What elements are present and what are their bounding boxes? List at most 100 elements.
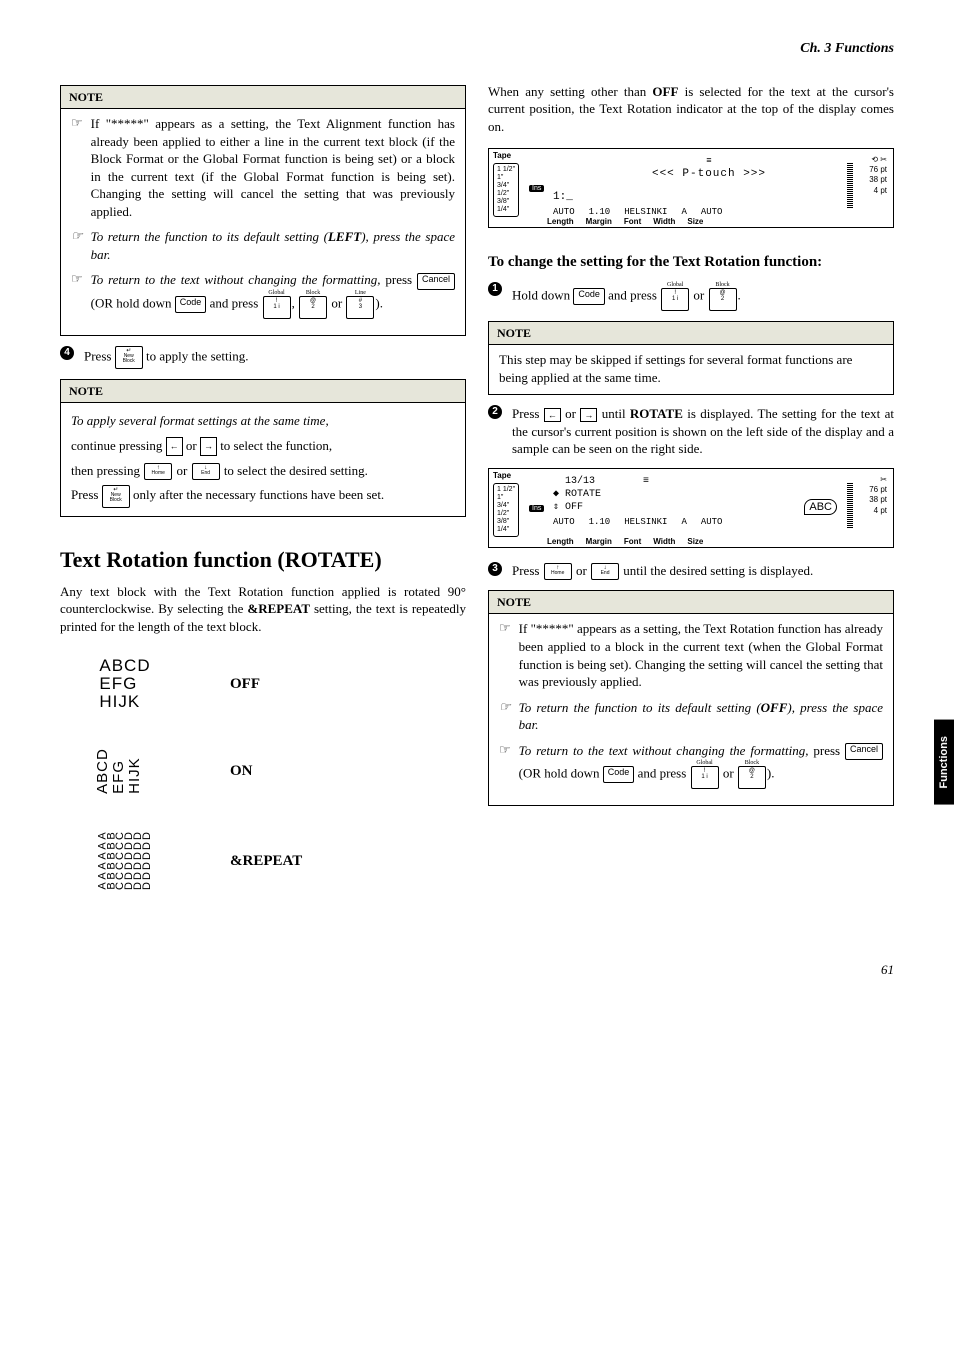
tape-sizes: 1 1/2"1"3/4"1/2"3/8"1/4" bbox=[493, 483, 519, 537]
t: and press bbox=[210, 295, 262, 310]
ins-indicator: Ins bbox=[529, 185, 544, 192]
note-text: If "*****" appears as a setting, the Tex… bbox=[519, 620, 883, 690]
note-text: To return the function to its default se… bbox=[519, 699, 883, 734]
note-text: This step may be skipped if settings for… bbox=[489, 345, 893, 394]
note-text: To return to the text without changing t… bbox=[519, 742, 883, 790]
t: and press bbox=[608, 287, 660, 302]
step-1: 1 Hold down Code and press Global!1 i or… bbox=[488, 282, 894, 311]
code-key: Code bbox=[175, 296, 207, 313]
pointer-icon: ☞ bbox=[71, 115, 83, 220]
abc-sample: ABC bbox=[804, 499, 837, 515]
example-off-sample: ABCD EFG HIJK bbox=[99, 657, 150, 711]
t: OFF bbox=[652, 84, 678, 99]
pt-indicators: ✂ 76 pt38 pt4 pt bbox=[869, 475, 887, 517]
t: LEFT bbox=[328, 229, 361, 244]
t: To return to the text without changing t… bbox=[91, 272, 381, 287]
t: Press bbox=[84, 348, 115, 363]
example-off-label: OFF bbox=[230, 674, 260, 694]
note-title: NOTE bbox=[489, 591, 893, 614]
code-key: Code bbox=[603, 766, 635, 783]
t: or bbox=[565, 406, 580, 421]
t: only after the necessary functions have … bbox=[133, 487, 384, 502]
scale-bar-icon bbox=[847, 483, 853, 529]
t: ROTATE bbox=[630, 406, 683, 421]
intro-para: When any setting other than OFF is selec… bbox=[488, 83, 894, 136]
step-number-icon: 2 bbox=[488, 405, 502, 419]
t: or bbox=[331, 295, 345, 310]
step-number-icon: 1 bbox=[488, 282, 502, 296]
code-key: Code bbox=[573, 288, 605, 305]
t: (OR hold down bbox=[91, 295, 175, 310]
rotation-examples: ABCD EFG HIJK OFF ABCD EFG HIJK ON bbox=[60, 657, 466, 891]
t: until bbox=[602, 406, 630, 421]
t: , bbox=[292, 295, 299, 310]
right-column: When any setting other than OFF is selec… bbox=[488, 77, 894, 921]
t: to select the function, bbox=[220, 438, 332, 453]
ins-indicator: Ins bbox=[529, 505, 544, 512]
step-number-icon: 3 bbox=[488, 562, 502, 576]
lcd-cursor-line: 1:_ bbox=[533, 190, 885, 205]
t: To apply several format settings at the … bbox=[71, 409, 455, 434]
t: then pressing bbox=[71, 463, 143, 478]
t: to apply the setting. bbox=[146, 348, 249, 363]
note-box-2: NOTE To apply several format settings at… bbox=[60, 379, 466, 517]
side-tab: Functions bbox=[934, 720, 954, 805]
t: . bbox=[738, 287, 741, 302]
t: or bbox=[176, 463, 190, 478]
t: until the desired setting is displayed. bbox=[623, 563, 813, 578]
example-repeat-sample: AAAAAA BBBBBB CCCCCC DDDDDD DDDDDD DDDDD… bbox=[60, 831, 190, 891]
pointer-icon: ☞ bbox=[499, 620, 511, 690]
lcd-labels: LengthMarginFontWidthSize bbox=[547, 217, 843, 226]
t: continue pressing bbox=[71, 438, 166, 453]
step-2: 2 Press ← or → until ROTATE is displayed… bbox=[488, 405, 894, 458]
pointer-icon: ☞ bbox=[71, 271, 83, 319]
lcd-values: AUTO1.10HELSINKIAAUTO bbox=[533, 516, 885, 528]
step-4: 4 Press ↵NewBlock to apply the setting. bbox=[60, 346, 466, 369]
cancel-key: Cancel bbox=[417, 273, 455, 290]
down-end-key: ↓End bbox=[192, 463, 220, 480]
t: Hold down bbox=[512, 287, 573, 302]
note-text-2: To return the function to its default se… bbox=[91, 228, 455, 263]
t: To return the function to its default se… bbox=[91, 229, 328, 244]
key-2-block: Block@2 bbox=[738, 760, 766, 789]
page-number: 61 bbox=[60, 961, 894, 979]
lcd-display-1: Tape 1 1/2"1"3/4"1/2"3/8"1/4" Ins ⟲ ✂ 76… bbox=[488, 148, 894, 228]
t: Press bbox=[71, 487, 102, 502]
note-box-3: NOTE This step may be skipped if setting… bbox=[488, 321, 894, 395]
note-text-3: To return to the text without changing t… bbox=[91, 271, 455, 319]
tape-label: Tape bbox=[493, 151, 511, 160]
key-1-global: Global!1 i bbox=[661, 282, 689, 311]
return-key: ↵NewBlock bbox=[115, 346, 143, 369]
key-3-line: Line#3 bbox=[346, 290, 374, 319]
tape-label: Tape bbox=[493, 471, 511, 480]
key-2-block: Block@2 bbox=[709, 282, 737, 311]
note-title: NOTE bbox=[61, 86, 465, 109]
step-number-icon: 4 bbox=[60, 346, 74, 360]
pointer-icon: ☞ bbox=[499, 699, 511, 734]
pointer-icon: ☞ bbox=[499, 742, 511, 790]
left-arrow-key: ← bbox=[166, 437, 183, 456]
cancel-key: Cancel bbox=[845, 743, 883, 760]
subsection-title: To change the setting for the Text Rotat… bbox=[488, 252, 894, 272]
pt-indicators: ⟲ ✂ 76 pt38 pt4 pt bbox=[869, 155, 887, 197]
scale-bar-icon bbox=[847, 163, 853, 209]
left-column: NOTE ☞ If "*****" appears as a setting, … bbox=[60, 77, 466, 921]
return-key: ↵NewBlock bbox=[102, 485, 130, 508]
down-end-key: ↓End bbox=[591, 563, 619, 580]
key-1-global: Global!1 i bbox=[691, 760, 719, 789]
note-title: NOTE bbox=[61, 380, 465, 403]
note-box-4: NOTE ☞ If "*****" appears as a setting, … bbox=[488, 590, 894, 806]
lcd-title: <<< P-touch >>> bbox=[533, 167, 885, 182]
t: Press bbox=[512, 563, 543, 578]
t: or bbox=[693, 287, 707, 302]
key-2-block: Block@2 bbox=[299, 290, 327, 319]
section-para: Any text block with the Text Rotation fu… bbox=[60, 583, 466, 636]
note-title: NOTE bbox=[489, 322, 893, 345]
pointer-icon: ☞ bbox=[71, 228, 83, 263]
left-arrow-key: ← bbox=[544, 408, 561, 422]
note-text-1: If "*****" appears as a setting, the Tex… bbox=[91, 115, 455, 220]
up-home-key: ↑Home bbox=[144, 463, 172, 480]
chapter-header: Ch. 3 Functions bbox=[60, 40, 894, 59]
t: ). bbox=[375, 295, 383, 310]
example-repeat-label: &REPEAT bbox=[230, 851, 302, 871]
